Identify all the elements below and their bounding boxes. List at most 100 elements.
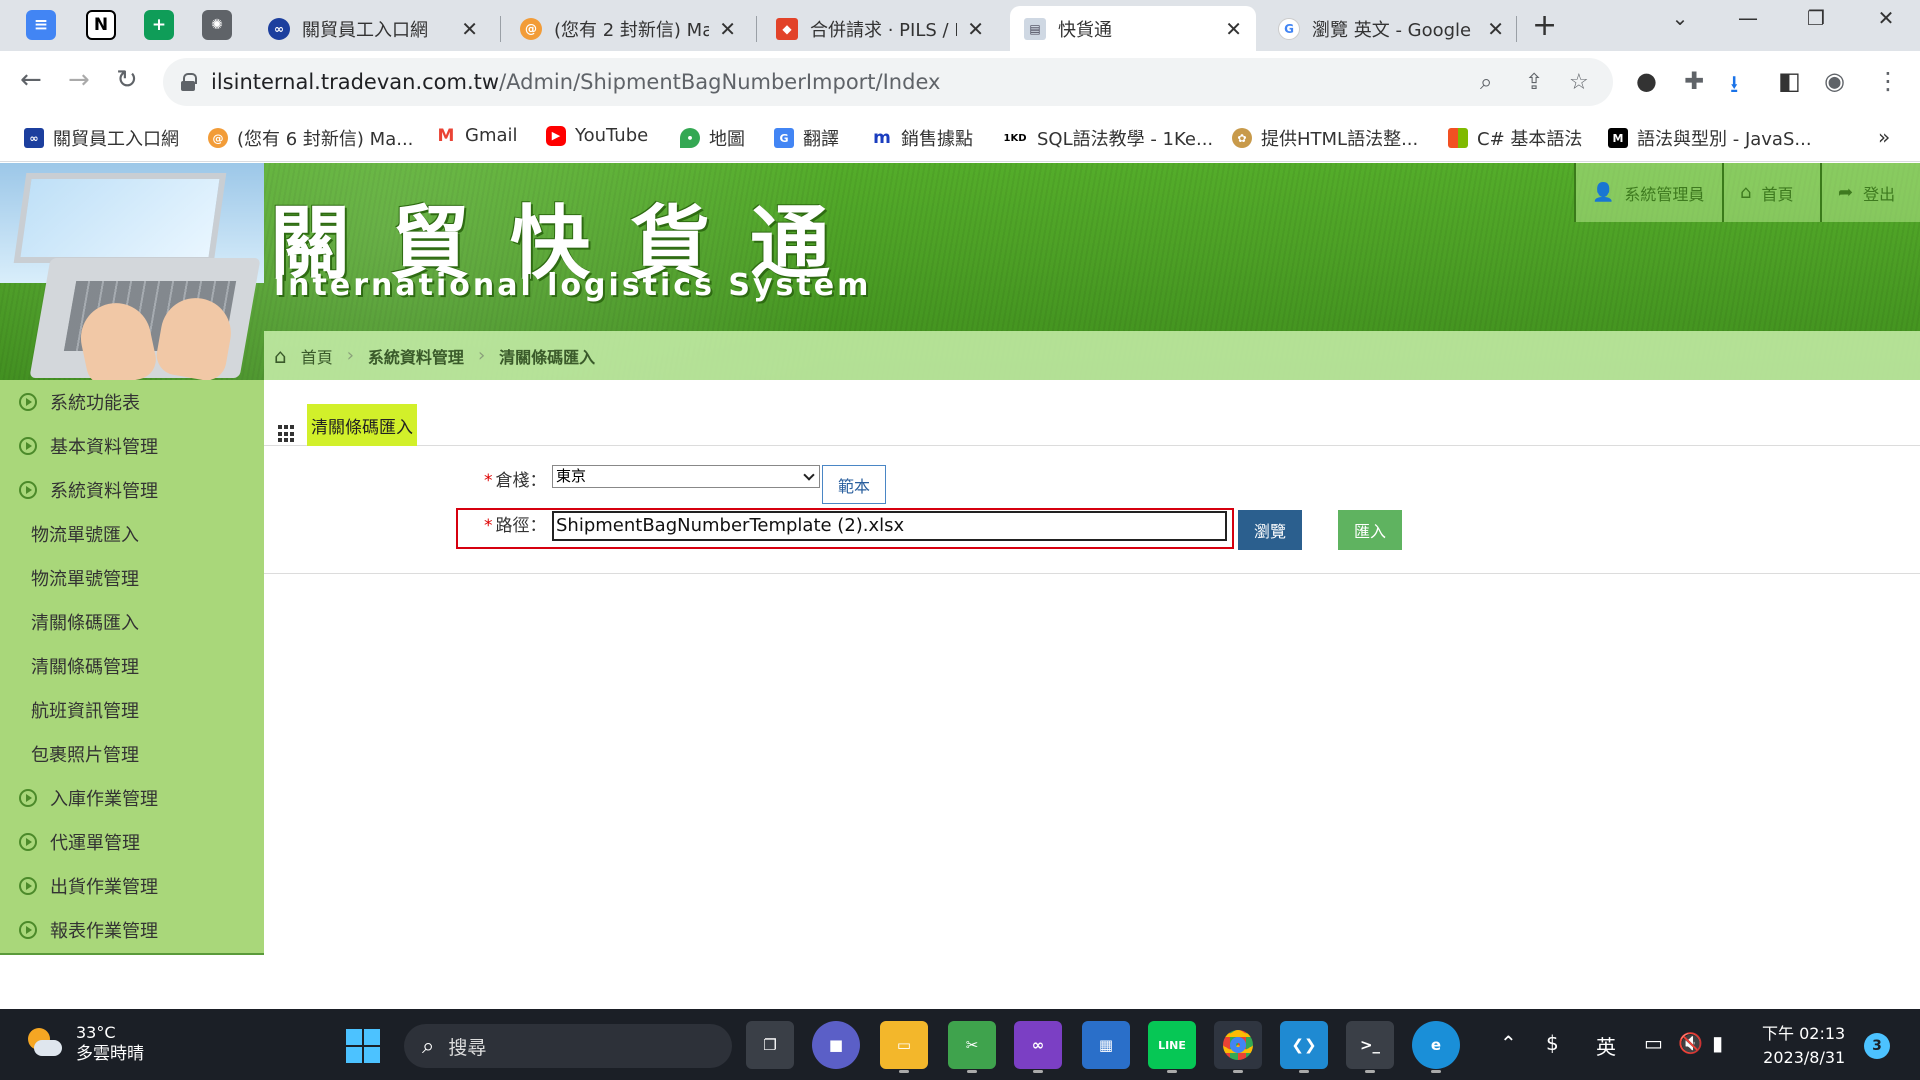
site-banner: 關貿快貨通 International logistics System 👤 系統… [0,163,1920,380]
tab-search-icon[interactable]: ⌄ [1650,6,1710,30]
translate-icon: G [774,128,794,148]
taskbar-search[interactable]: ⌕ 搜尋 [404,1024,732,1068]
close-icon[interactable]: ✕ [967,17,984,41]
bookmark-html[interactable]: ✿ 提供HTML語法整... [1232,125,1418,151]
notification-badge[interactable]: 3 [1864,1033,1890,1059]
speaker-muted-icon[interactable]: 🔇 [1678,1031,1703,1055]
notion-pinned-tab[interactable]: N [86,10,116,40]
network-icon[interactable]: ▭ [1644,1031,1663,1055]
tab-google[interactable]: G 瀏覽 英文 - Google ✕ [1264,6,1518,51]
teams-chat-icon[interactable]: ■ [812,1021,860,1069]
breadcrumb-home[interactable]: 首頁 [301,344,333,368]
address-bar[interactable]: ilsinternal.tradevan.com.tw/Admin/Shipme… [163,58,1613,106]
ime-indicator[interactable]: 英 [1596,1031,1616,1060]
share-icon[interactable]: ⇪ [1525,70,1543,95]
start-button[interactable] [346,1029,380,1063]
bookmark-gmail[interactable]: M Gmail [436,125,518,146]
bookmark-js[interactable]: M 語法與型別 - JavaS... [1608,125,1812,151]
close-icon[interactable]: ✕ [1225,17,1242,41]
sidebar-item-inbound[interactable]: 入庫作業管理 [0,776,264,820]
bookmarks-overflow-icon[interactable]: » [1878,125,1890,149]
tab-divider [756,16,757,42]
bookmark-sales[interactable]: m 銷售據點 [872,125,973,151]
bookmark-star-icon[interactable]: ☆ [1569,70,1589,95]
chrome-icon[interactable] [1214,1021,1262,1073]
visual-studio-icon[interactable]: ∞ [1014,1021,1062,1073]
side-panel-icon[interactable]: ◧ [1778,67,1801,95]
tray-app-icon[interactable]: $ [1546,1031,1559,1055]
sample-template-button[interactable]: 範本 [822,465,886,504]
site-logo-english: International logistics System [274,268,872,303]
circle-arrow-icon [19,481,37,499]
lock-icon[interactable] [181,73,197,91]
bookmark-maps[interactable]: • 地圖 [680,125,745,151]
minimize-button[interactable]: — [1718,6,1778,30]
forward-button[interactable]: → [68,65,90,95]
sidebar-item-basic-data[interactable]: 基本資料管理 [0,424,264,468]
snipping-tool-icon[interactable]: ✂ [948,1021,996,1073]
sidebar-item-reports[interactable]: 報表作業管理 [0,908,264,952]
bookmark-translate[interactable]: G 翻譯 [774,125,839,151]
system-clock[interactable]: 下午 02:13 2023/8/31 [1762,1022,1845,1070]
chatgpt-pinned-tab[interactable]: ✺ [202,10,232,40]
page-title: 清關條碼匯入 [307,404,417,446]
remote-desktop-icon[interactable]: ▦ [1082,1021,1130,1069]
tab-mail[interactable]: @ (您有 2 封新信) Mai ✕ [506,6,750,51]
tab-portal[interactable]: ∞ 關貿員工入口網 ✕ [254,6,492,51]
sidebar-item-clearance-manage[interactable]: 清關條碼管理 [0,644,264,688]
bookmark-youtube[interactable]: ▶ YouTube [546,125,648,146]
browse-button[interactable]: 瀏覽 [1238,510,1302,550]
sidebar-item-waybill[interactable]: 代運單管理 [0,820,264,864]
top-menu-logout[interactable]: ➦ 登出 [1820,163,1920,222]
line-app-icon[interactable]: LINE [1148,1021,1196,1073]
zoom-icon[interactable]: ⌕ [1480,70,1492,95]
home-icon[interactable]: ⌂ [274,344,287,368]
mail-icon: @ [520,17,542,40]
reload-button[interactable]: ↻ [116,65,138,95]
extension-grammarly-icon[interactable]: ● [1636,67,1657,95]
portal-icon: ∞ [268,17,290,40]
sidebar-item-clearance-import[interactable]: 清關條碼匯入 [0,600,264,644]
menu-kebab-icon[interactable]: ⋮ [1876,67,1900,95]
close-icon[interactable]: ✕ [461,17,478,41]
sidebar-item-function-list[interactable]: 系統功能表 [0,380,264,424]
weather-widget[interactable]: 33°C 多雲時晴 [26,1023,144,1065]
top-menu-admin[interactable]: 👤 系統管理員 [1574,163,1722,222]
top-menu-home[interactable]: ⌂ 首頁 [1722,163,1820,222]
bookmark-csharp[interactable]: C# 基本語法 [1448,125,1582,151]
tab-gitlab[interactable]: ◆ 合併請求 · PILS / PIL ✕ [762,6,998,51]
close-icon[interactable]: ✕ [719,17,736,41]
profile-avatar-icon[interactable]: ◉ [1824,67,1845,95]
battery-icon[interactable]: ▮ [1712,1031,1723,1055]
bookmark-mail[interactable]: @ (您有 6 封新信) Ma... [208,125,413,151]
sidebar-item-parcel-photo[interactable]: 包裹照片管理 [0,732,264,776]
new-tab-button[interactable]: + [1532,8,1557,43]
sidebar-item-logistics-import[interactable]: 物流單號匯入 [0,512,264,556]
sidebar-item-shipping[interactable]: 出貨作業管理 [0,864,264,908]
tab-active-site[interactable]: ▤ 快貨通 ✕ [1010,6,1256,51]
edge-icon[interactable]: e [1412,1021,1460,1073]
docs-pinned-tab[interactable]: ≡ [26,10,56,40]
sidebar-item-flight-info[interactable]: 航班資訊管理 [0,688,264,732]
url-text[interactable]: ilsinternal.tradevan.com.tw/Admin/Shipme… [211,70,940,94]
tray-overflow-icon[interactable]: ⌃ [1500,1031,1517,1055]
restore-button[interactable]: ❐ [1786,6,1846,30]
file-explorer-icon[interactable]: ▭ [880,1021,928,1073]
task-view-icon[interactable]: ❐ [746,1021,794,1069]
close-icon[interactable]: ✕ [1487,17,1504,41]
download-icon[interactable]: ⭳ [1730,67,1738,108]
sheets-pinned-tab[interactable]: + [144,10,174,40]
vscode-icon[interactable]: ❮❯ [1280,1021,1328,1073]
back-button[interactable]: ← [20,65,42,95]
warehouse-select[interactable]: 東京 [552,465,820,488]
import-button[interactable]: 匯入 [1338,510,1402,550]
bookmark-portal[interactable]: ∞ 關貿員工入口網 [24,125,179,151]
sidebar-item-logistics-manage[interactable]: 物流單號管理 [0,556,264,600]
close-window-button[interactable]: ✕ [1856,6,1916,30]
sidebar-item-system-data[interactable]: 系統資料管理 [0,468,264,512]
file-path-input[interactable]: ShipmentBagNumberTemplate (2).xlsx [552,511,1227,541]
bookmark-sql[interactable]: 1KD SQL語法教學 - 1Ke... [1002,125,1213,151]
terminal-icon[interactable]: >_ [1346,1021,1394,1073]
breadcrumb-system-data[interactable]: 系統資料管理 [368,344,464,368]
extensions-puzzle-icon[interactable]: ✚ [1684,67,1704,95]
